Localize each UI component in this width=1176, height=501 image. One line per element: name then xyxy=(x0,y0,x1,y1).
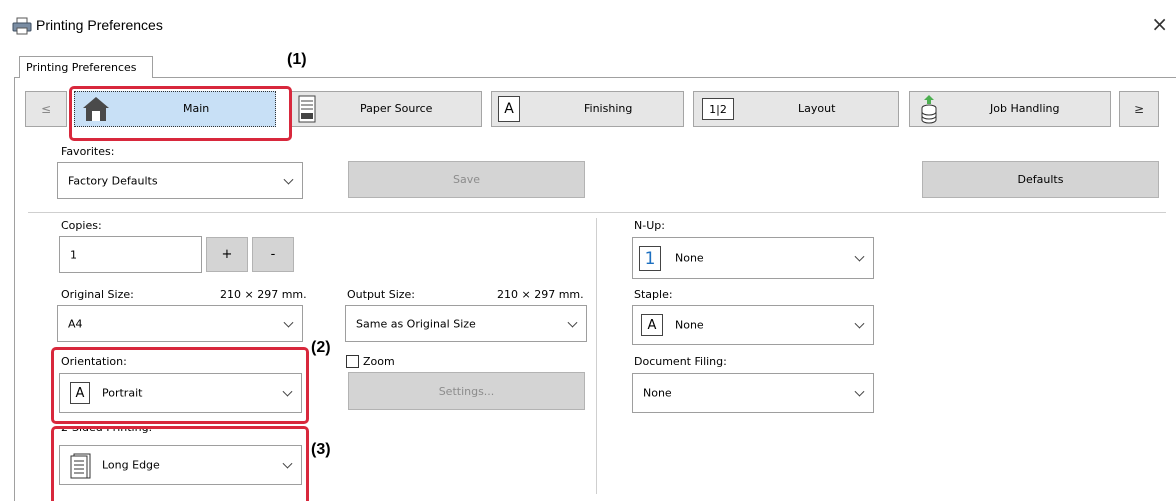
job-handling-icon xyxy=(921,95,937,124)
callout-label-1: (1) xyxy=(287,51,307,68)
layout-icon: 1|2 xyxy=(702,98,734,120)
favorites-select[interactable]: Factory Defaults xyxy=(57,162,303,199)
nav-item-job-handling[interactable]: Job Handling xyxy=(909,91,1111,127)
document-filing-select[interactable]: None xyxy=(632,373,874,413)
callout-label-3: (3) xyxy=(311,441,331,458)
original-size-dims: 210 × 297 mm. xyxy=(220,288,307,301)
staple-select[interactable]: A None xyxy=(632,305,874,345)
nav-next-button[interactable]: ≥ xyxy=(1119,91,1159,127)
original-size-select[interactable]: A4 xyxy=(57,305,303,342)
zoom-label: Zoom xyxy=(363,355,395,368)
favorites-label: Favorites: xyxy=(61,145,115,158)
chevron-down-icon xyxy=(854,318,865,329)
save-button[interactable]: Save xyxy=(348,161,585,198)
defaults-button[interactable]: Defaults xyxy=(922,161,1159,198)
nav-item-finishing[interactable]: A Finishing xyxy=(491,91,684,127)
nav-item-label: Layout xyxy=(798,102,836,115)
chevron-down-icon xyxy=(283,317,294,328)
chevron-down-icon xyxy=(567,317,578,328)
staple-icon: A xyxy=(641,314,663,336)
zoom-checkbox[interactable] xyxy=(346,355,359,368)
window-title: Printing Preferences xyxy=(36,17,163,33)
copies-value: 1 xyxy=(70,248,77,261)
staple-label: Staple: xyxy=(634,288,673,301)
output-size-dims: 210 × 297 mm. xyxy=(497,288,584,301)
nav-item-label: Job Handling xyxy=(990,102,1060,115)
section-divider xyxy=(28,212,1166,213)
callout-box-3 xyxy=(51,426,309,501)
zoom-settings-button[interactable]: Settings... xyxy=(348,372,585,410)
nav-item-label: Paper Source xyxy=(360,102,433,115)
original-size-label: Original Size: xyxy=(61,288,134,301)
close-button[interactable]: × xyxy=(1151,12,1168,36)
paper-tray-icon xyxy=(298,95,316,123)
copies-minus-button[interactable]: - xyxy=(252,237,294,272)
tab-printing-preferences[interactable]: Printing Preferences xyxy=(19,56,153,78)
nup-label: N-Up: xyxy=(634,219,665,232)
title-bar xyxy=(0,0,1176,52)
printer-icon xyxy=(12,17,32,35)
output-size-value: Same as Original Size xyxy=(356,317,476,330)
chevron-down-icon xyxy=(854,251,865,262)
column-divider xyxy=(596,218,597,494)
copies-plus-button[interactable]: + xyxy=(206,237,248,272)
output-size-select[interactable]: Same as Original Size xyxy=(345,305,587,342)
original-size-value: A4 xyxy=(68,317,83,330)
callout-box-2 xyxy=(51,347,309,424)
copies-label: Copies: xyxy=(61,219,102,232)
output-size-label: Output Size: xyxy=(347,288,415,301)
tab-divider xyxy=(14,77,1176,78)
copies-input[interactable]: 1 xyxy=(59,236,202,273)
nav-prev-button[interactable]: ≤ xyxy=(25,91,67,127)
nav-item-paper-source[interactable]: Paper Source xyxy=(289,91,482,127)
chevron-down-icon xyxy=(854,386,865,397)
callout-label-2: (2) xyxy=(311,339,331,356)
nav-item-label: Finishing xyxy=(584,102,633,115)
document-filing-label: Document Filing: xyxy=(634,355,727,368)
nup-select[interactable]: 1 None xyxy=(632,237,874,279)
nav-item-layout[interactable]: 1|2 Layout xyxy=(693,91,899,127)
document-filing-value: None xyxy=(643,386,672,400)
nup-value: None xyxy=(675,251,704,265)
finishing-icon: A xyxy=(498,96,520,122)
callout-box-1 xyxy=(69,86,292,141)
nup-1-icon: 1 xyxy=(639,246,661,271)
favorites-value: Factory Defaults xyxy=(68,174,158,187)
staple-value: None xyxy=(675,318,704,332)
chevron-down-icon xyxy=(283,174,294,185)
panel-border xyxy=(14,77,15,501)
